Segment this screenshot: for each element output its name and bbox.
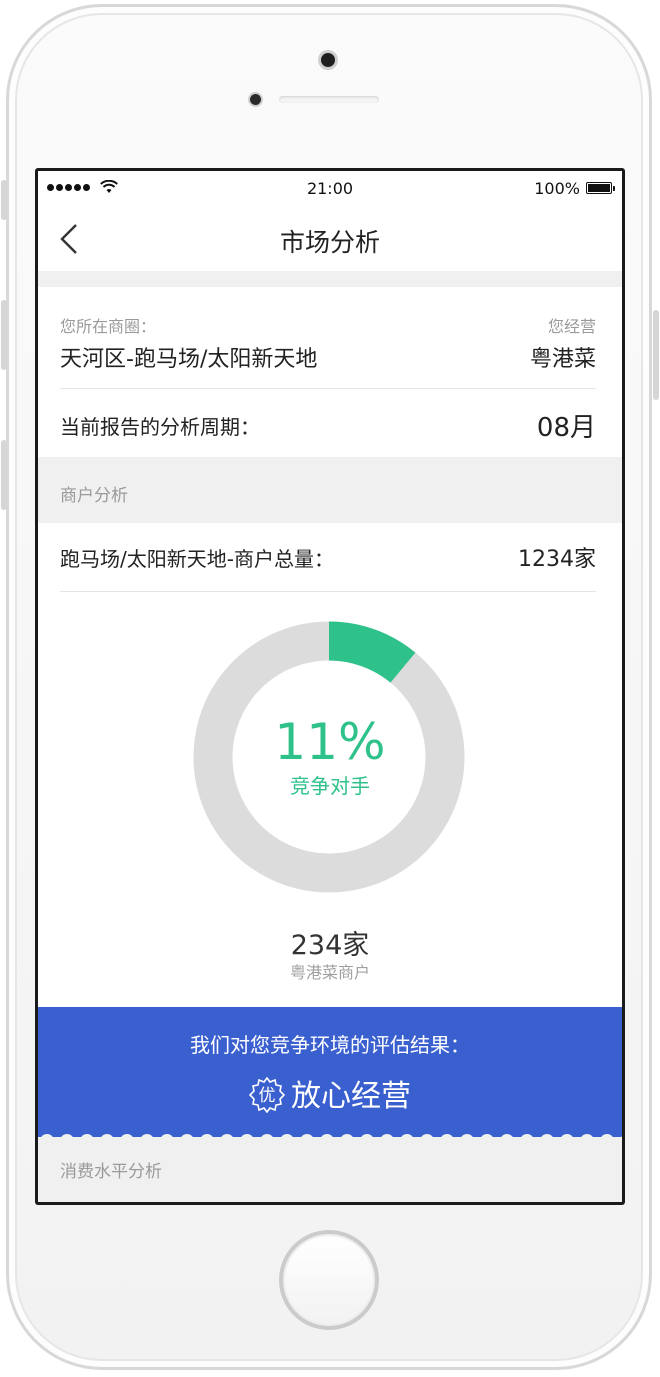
result-row: 优 放心经营 bbox=[38, 1071, 622, 1116]
merchant-section-header: 商户分析 bbox=[38, 459, 622, 523]
battery-icon bbox=[586, 182, 615, 194]
district-value: 天河区-跑马场/太阳新天地 bbox=[60, 347, 318, 372]
period-value: 08月 bbox=[536, 413, 596, 443]
result-banner: 我们对您竞争环境的评估结果： 优 放心经营 bbox=[38, 1007, 622, 1139]
home-button[interactable] bbox=[279, 1230, 379, 1330]
excellent-badge-icon: 优 bbox=[249, 1076, 285, 1113]
front-camera bbox=[321, 53, 335, 67]
app-screen: 21:00 100% 市场分析 您所在商圈： 您经营 天河区-跑马场/太阳新天地… bbox=[38, 171, 622, 1202]
period-label: 当前报告的分析周期： bbox=[60, 415, 260, 439]
merchant-section-title: 商户分析 bbox=[60, 486, 128, 506]
operate-value: 粤港菜 bbox=[529, 347, 596, 372]
result-title: 我们对您竞争环境的评估结果： bbox=[190, 1033, 470, 1057]
donut-competitor-arc bbox=[328, 621, 416, 684]
merchant-total-label: 跑马场/太阳新天地-商户总量： bbox=[60, 547, 334, 571]
mute-switch bbox=[1, 180, 7, 220]
district-label: 您所在商圈： bbox=[60, 317, 157, 336]
earpiece-speaker bbox=[279, 96, 379, 103]
volume-down-button bbox=[1, 440, 7, 510]
result-value: 放心经营 bbox=[291, 1079, 411, 1114]
operate-label: 您经营 bbox=[547, 317, 596, 336]
page-title: 市场分析 bbox=[279, 228, 380, 257]
nav-bar: 市场分析 bbox=[38, 205, 622, 271]
volume-up-button bbox=[1, 300, 7, 370]
badge-text: 优 bbox=[259, 1086, 276, 1106]
status-bar: 21:00 100% bbox=[38, 171, 622, 205]
divider bbox=[60, 388, 596, 389]
competitor-count-label: 粤港菜商户 bbox=[289, 963, 370, 982]
power-button bbox=[653, 310, 659, 400]
proximity-sensor bbox=[250, 94, 261, 105]
battery-percent: 100% bbox=[534, 179, 580, 198]
merchant-total-value: 1234家 bbox=[518, 547, 596, 572]
consumption-section-title: 消费水平分析 bbox=[60, 1162, 162, 1182]
district-card: 您所在商圈： 您经营 天河区-跑马场/太阳新天地 粤港菜 当前报告的分析周期： … bbox=[38, 287, 622, 457]
divider bbox=[60, 591, 596, 592]
competitor-percent-label: 竞争对手 bbox=[290, 774, 370, 798]
competitor-percent: 11% bbox=[274, 713, 386, 771]
consumption-section-header: 消费水平分析 bbox=[38, 1137, 622, 1202]
merchant-card: 跑马场/太阳新天地-商户总量： 1234家 11% 竞争对手 234家 粤港菜商… bbox=[38, 523, 622, 1007]
competitor-count: 234家 bbox=[290, 930, 370, 961]
